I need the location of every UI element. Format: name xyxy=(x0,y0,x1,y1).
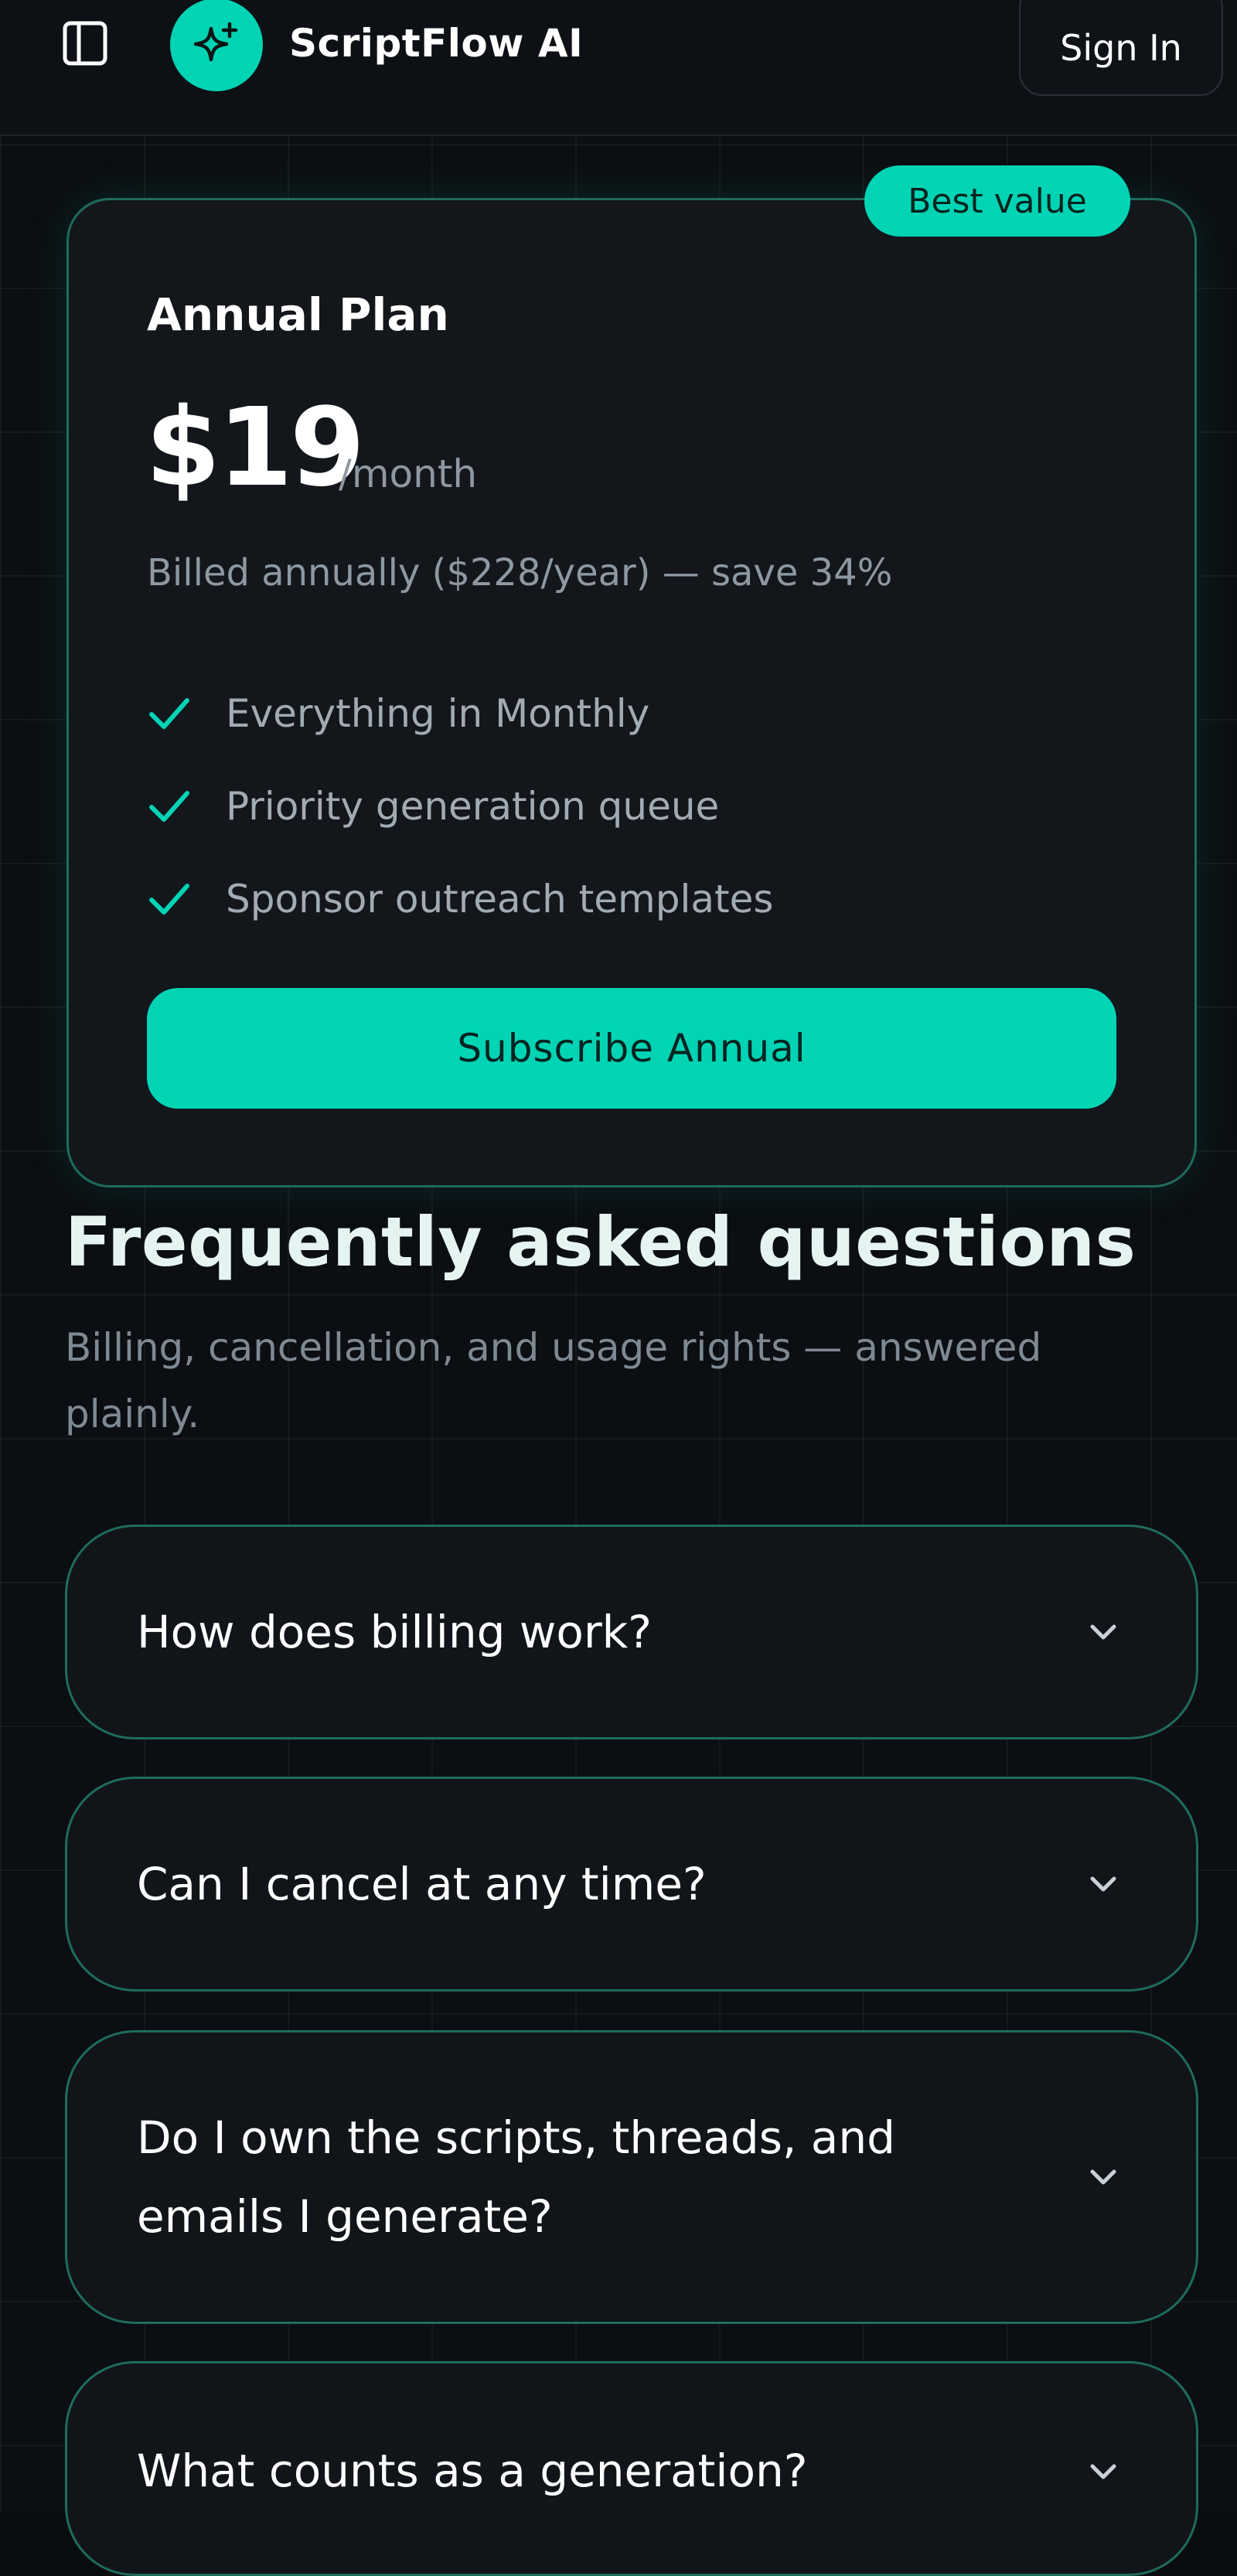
faq-heading: Frequently asked questions xyxy=(65,1202,1136,1282)
plan-title: Annual Plan xyxy=(147,288,449,341)
sidebar-toggle-icon[interactable] xyxy=(62,20,108,66)
best-value-badge: Best value xyxy=(864,165,1130,237)
check-icon xyxy=(147,784,192,829)
chevron-down-icon[interactable] xyxy=(1080,2448,1126,2495)
faq-item-ownership[interactable]: Do I own the scripts, threads, and email… xyxy=(65,2030,1198,2324)
feature-text: Everything in Monthly xyxy=(226,691,650,736)
faq-question: Do I own the scripts, threads, and email… xyxy=(137,2111,895,2243)
brand-name[interactable]: ScriptFlow AI xyxy=(289,19,583,68)
faq-item-cancel[interactable]: Can I cancel at any time? xyxy=(65,1777,1198,1992)
check-icon xyxy=(147,877,192,922)
chevron-down-icon[interactable] xyxy=(1080,1861,1126,1907)
chevron-down-icon[interactable] xyxy=(1080,2154,1126,2200)
billing-note: Billed annually ($228/year) — save 34% xyxy=(147,551,893,595)
faq-question: How does billing work? xyxy=(137,1606,653,1658)
feature-item: Priority generation queue xyxy=(147,779,773,833)
faq-question: What counts as a generation? xyxy=(137,2445,808,2497)
sign-in-button[interactable]: Sign In xyxy=(1019,0,1223,96)
faq-item-billing[interactable]: How does billing work? xyxy=(65,1525,1198,1739)
feature-item: Sponsor outreach templates xyxy=(147,872,773,926)
plan-feature-list: Everything in Monthly Priority generatio… xyxy=(147,687,773,965)
feature-text: Sponsor outreach templates xyxy=(226,877,774,922)
page-background: ScriptFlow AI Sign In Best value Annual … xyxy=(0,0,1237,2576)
faq-question: Can I cancel at any time? xyxy=(137,1858,707,1910)
faq-subtitle: Billing, cancellation, and usage rights … xyxy=(65,1325,1042,1436)
plan-price-period: /month xyxy=(339,451,478,496)
faq-item-generation[interactable]: What counts as a generation? xyxy=(65,2361,1198,2576)
check-icon xyxy=(147,691,192,736)
subscribe-annual-button[interactable]: Subscribe Annual xyxy=(147,988,1116,1109)
top-header: ScriptFlow AI Sign In xyxy=(0,0,1237,136)
sparkle-icon xyxy=(170,0,263,91)
feature-item: Everything in Monthly xyxy=(147,687,773,741)
chevron-down-icon[interactable] xyxy=(1080,1609,1126,1655)
plan-price: $19 xyxy=(145,385,365,511)
feature-text: Priority generation queue xyxy=(226,784,720,829)
